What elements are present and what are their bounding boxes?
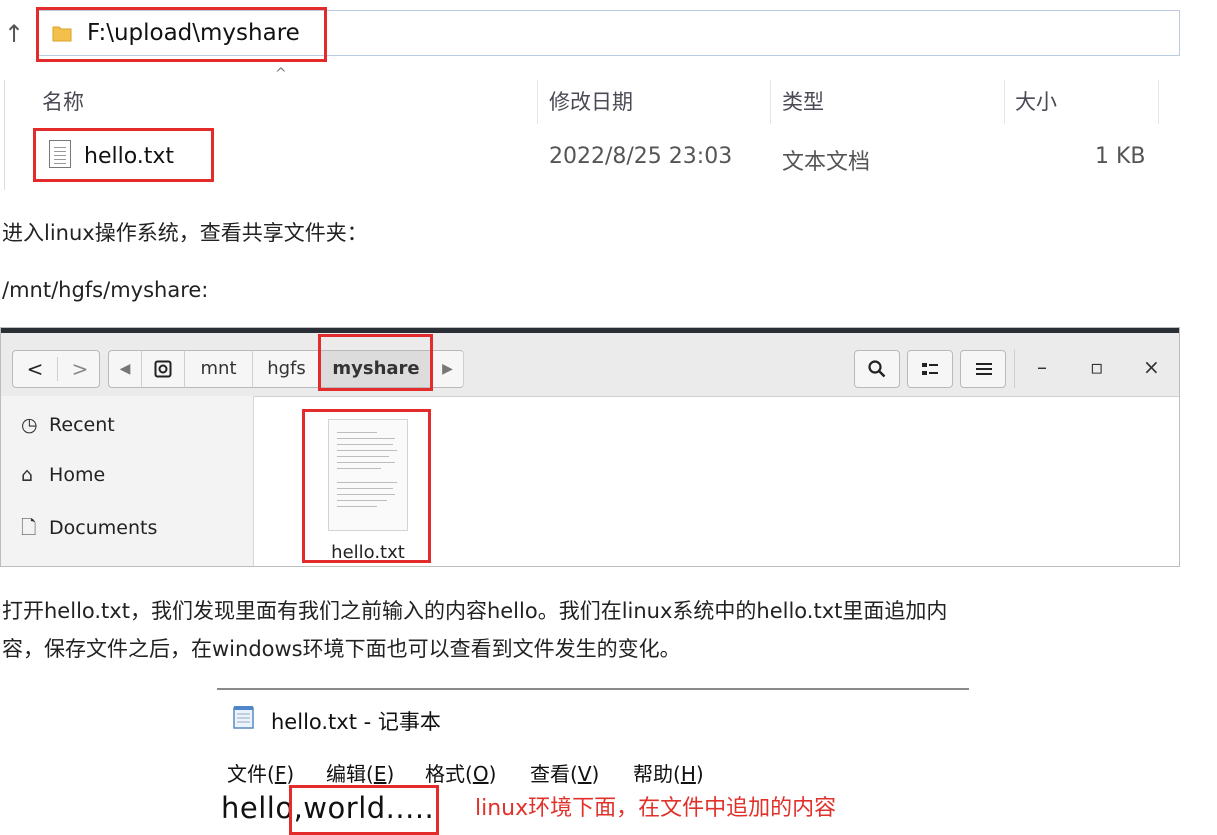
sidebar-item-home[interactable]: ⌂ Home	[21, 464, 105, 486]
forward-button[interactable]: >	[57, 357, 102, 381]
annotation-text: linux环境下面，在文件中追加的内容	[475, 796, 837, 821]
sidebar-item-documents[interactable]: 🗋 Documents	[21, 514, 157, 546]
sidebar-item-recent[interactable]: ◷ Recent	[21, 414, 115, 436]
paragraph-explanation-line2: 容，保存文件之后，在windows环境下面也可以查看到文件发生的变化。	[2, 637, 681, 661]
file-type: 文本文档	[782, 150, 871, 175]
document-icon: 🗋	[21, 517, 37, 539]
file-highlight-box	[302, 409, 431, 563]
file-modified: 2022/8/25 23:03	[549, 144, 733, 169]
sidebar-item-label: Home	[49, 464, 106, 486]
paragraph-explanation-line1: 打开hello.txt，我们发现里面有我们之前输入的内容hello。我们在lin…	[2, 599, 948, 623]
file-size: 1 KB	[1095, 144, 1146, 169]
menu-view[interactable]: 查看(V)	[530, 758, 599, 787]
menu-edit[interactable]: 编辑(E)	[326, 758, 394, 787]
header-bar: < > ◀ mnt hgfs myshare ▶ – ▫ ×	[1, 333, 1179, 397]
up-arrow-icon[interactable]: ↑	[4, 20, 24, 48]
back-button[interactable]: <	[13, 357, 57, 381]
menu-label-end: )	[591, 762, 600, 786]
address-highlight-box	[36, 7, 327, 62]
sidebar-item-label: Documents	[49, 517, 158, 539]
paragraph-path: /mnt/hgfs/myshare:	[2, 278, 209, 302]
column-divider[interactable]	[1004, 80, 1005, 124]
window-title: hello.txt - 记事本	[271, 710, 441, 734]
column-header-type[interactable]: 类型	[782, 86, 824, 116]
menu-accel-key: O	[472, 762, 489, 786]
menu-format[interactable]: 格式(O)	[425, 758, 496, 787]
divider	[4, 80, 5, 190]
column-header-modified[interactable]: 修改日期	[549, 86, 633, 116]
file-highlight-box	[33, 128, 214, 182]
appended-content-highlight-box	[289, 785, 439, 835]
menu-help[interactable]: 帮助(H)	[633, 758, 704, 787]
grid-icon	[922, 363, 938, 375]
path-segment-hgfs[interactable]: hgfs	[253, 350, 321, 388]
minimize-button[interactable]: –	[1037, 355, 1047, 379]
path-root-button[interactable]	[142, 350, 185, 388]
divider	[1014, 350, 1015, 388]
sort-ascending-icon: ^	[275, 66, 287, 82]
menu-label: 文件(	[227, 762, 275, 786]
menu-accel-key: H	[680, 762, 696, 786]
path-segment-mnt[interactable]: mnt	[185, 350, 253, 388]
maximize-button[interactable]: ▫	[1090, 355, 1104, 379]
menu-button[interactable]	[960, 350, 1006, 388]
menu-file[interactable]: 文件(F)	[227, 758, 294, 787]
menu-label-end: )	[695, 762, 704, 786]
path-scroll-right[interactable]: ▶	[432, 350, 464, 388]
column-divider[interactable]	[1158, 80, 1159, 124]
column-divider[interactable]	[537, 80, 538, 124]
view-toggle-button[interactable]	[907, 350, 953, 388]
search-button[interactable]	[854, 350, 900, 388]
menu-label-end: )	[488, 762, 497, 786]
menu-label-end: )	[286, 762, 295, 786]
clock-icon: ◷	[21, 414, 38, 436]
sidebar: ◷ Recent ⌂ Home 🗋 Documents	[1, 396, 254, 566]
hamburger-icon	[976, 363, 992, 375]
path-highlight-box	[318, 334, 433, 391]
paragraph-intro: 进入linux操作系统，查看共享文件夹：	[2, 221, 368, 245]
menu-accel-key: E	[373, 762, 387, 786]
window-top-border	[217, 688, 969, 690]
menu-label: 查看(	[530, 762, 578, 786]
menu-label: 帮助(	[633, 762, 681, 786]
menu-label-end: )	[386, 762, 395, 786]
linux-file-manager: < > ◀ mnt hgfs myshare ▶ – ▫ × ◷ Recent …	[0, 327, 1180, 567]
column-header-name[interactable]: 名称	[42, 86, 84, 116]
search-icon	[868, 360, 886, 378]
close-button[interactable]: ×	[1143, 355, 1160, 379]
menu-accel-key: F	[274, 762, 287, 786]
drive-icon	[154, 360, 172, 378]
path-scroll-left[interactable]: ◀	[108, 350, 142, 388]
original-content: hello	[221, 791, 294, 825]
menu-accel-key: V	[577, 762, 592, 786]
column-header-size[interactable]: 大小	[1015, 86, 1057, 116]
sidebar-item-label: Recent	[49, 414, 115, 436]
column-divider[interactable]	[770, 80, 771, 124]
notepad-icon	[233, 706, 254, 729]
home-icon: ⌂	[21, 464, 34, 486]
menu-label: 编辑(	[326, 762, 374, 786]
nav-buttons: < >	[12, 350, 100, 388]
menu-label: 格式(	[425, 762, 473, 786]
